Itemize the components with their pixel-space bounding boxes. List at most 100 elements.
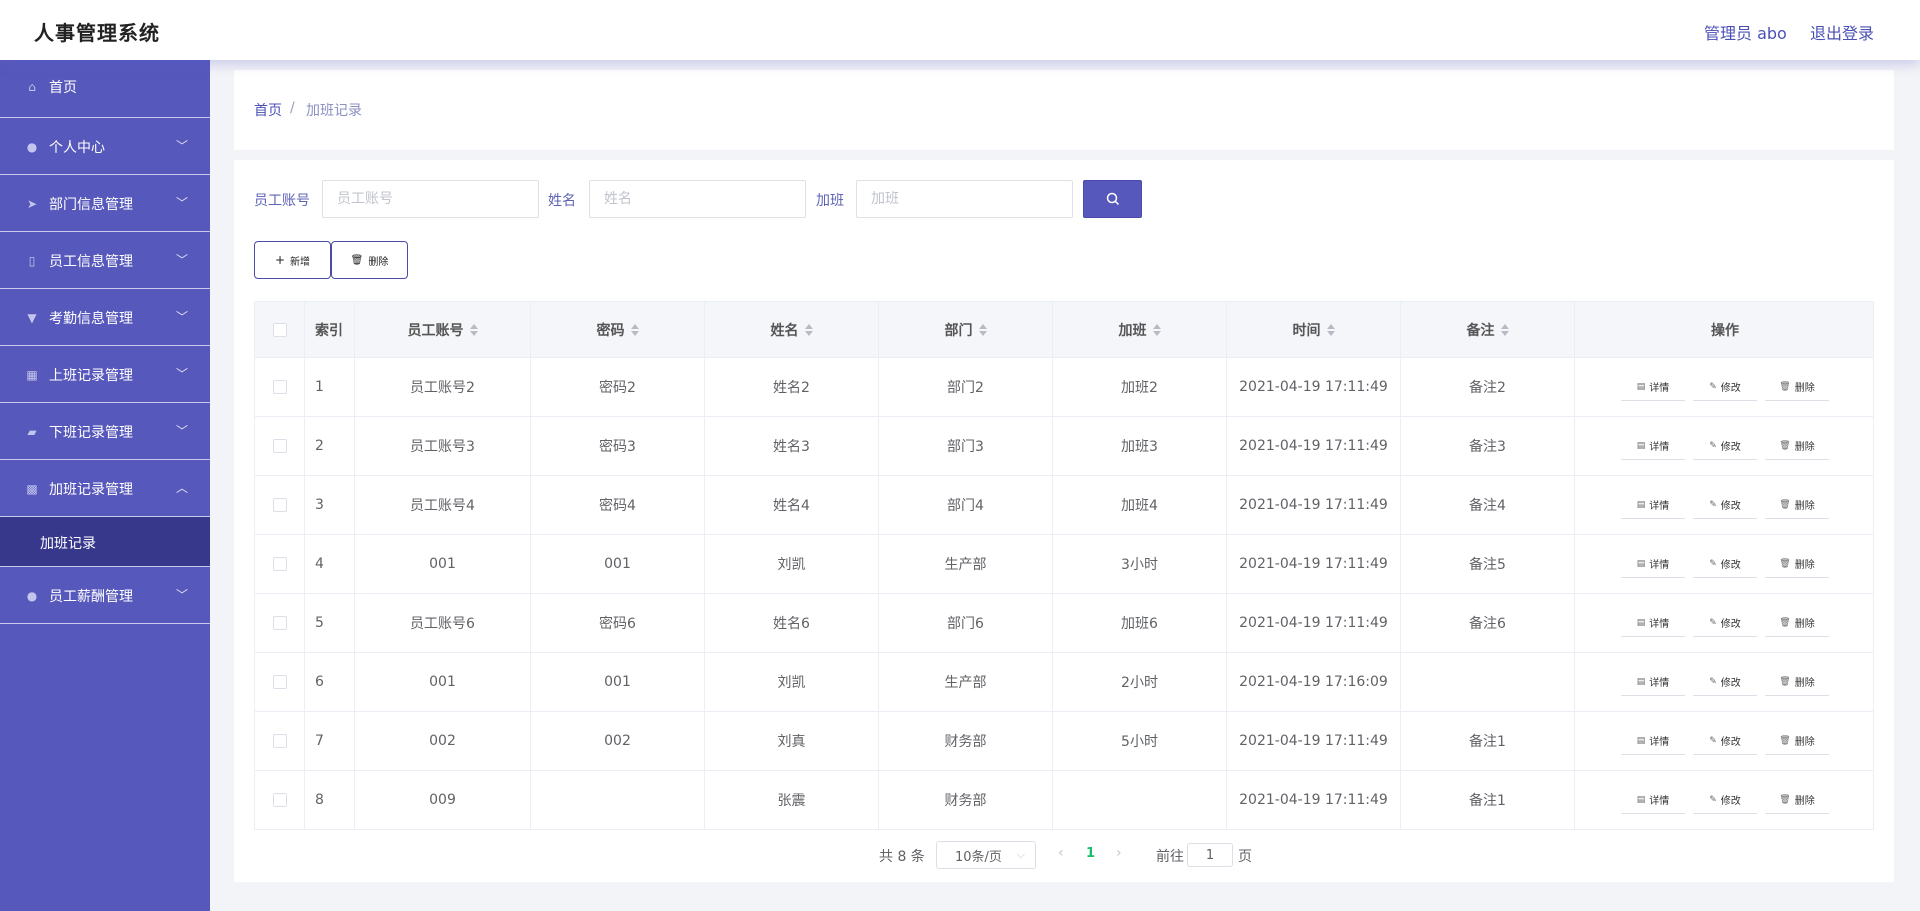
page-size-select[interactable]: 10条/页 ⌵ — [936, 841, 1036, 869]
cell-department: 部门6 — [879, 594, 1053, 652]
delete-button[interactable]: 🗑 删除 — [331, 241, 408, 279]
edit-row-button[interactable]: ✎ 修改 — [1693, 727, 1757, 755]
row-checkbox[interactable] — [272, 557, 287, 571]
next-page-button[interactable]: › — [1116, 845, 1122, 861]
column-header-remark[interactable]: 备注 — [1401, 302, 1575, 357]
delete-row-button[interactable]: 🗑 删除 — [1765, 668, 1829, 696]
sidebar-item-clock-out-records[interactable]: ▰ 下班记录管理 ﹀ — [0, 403, 210, 460]
cell-remark: 备注2 — [1401, 358, 1575, 416]
detail-row-button[interactable]: ▤ 详情 — [1621, 609, 1685, 637]
cell-name: 刘凯 — [705, 653, 879, 711]
row-select-cell — [255, 712, 305, 770]
logout-link[interactable]: 退出登录 — [1810, 20, 1874, 44]
document-icon: ▤ — [1636, 381, 1646, 392]
column-header-time[interactable]: 时间 — [1227, 302, 1401, 357]
column-header-password[interactable]: 密码 — [531, 302, 705, 357]
sidebar-item-overtime-records[interactable]: ▩ 加班记录管理 ︿ — [0, 460, 210, 517]
column-header-label: 部门 — [944, 322, 973, 339]
column-header-department[interactable]: 部门 — [879, 302, 1053, 357]
admin-user-label[interactable]: 管理员 abo — [1704, 20, 1787, 44]
trash-icon: 🗑 — [1779, 794, 1791, 805]
edit-row-button[interactable]: ✎ 修改 — [1693, 609, 1757, 637]
delete-row-button[interactable]: 🗑 删除 — [1765, 432, 1829, 460]
name-search-input[interactable] — [589, 180, 806, 218]
apps-icon: ▩ — [26, 482, 38, 496]
edit-row-button[interactable]: ✎ 修改 — [1693, 550, 1757, 578]
cell-index: 8 — [305, 771, 355, 829]
goto-label: 前往 — [1156, 849, 1184, 865]
column-header-index: 索引 — [305, 302, 355, 357]
detail-row-button[interactable]: ▤ 详情 — [1621, 550, 1685, 578]
sidebar-subitem-overtime-records[interactable]: 加班记录 — [0, 517, 210, 567]
add-button[interactable]: + 新增 — [254, 241, 331, 279]
sidebar-item-employee-salary[interactable]: ● 员工薪酬管理 ﹀ — [0, 567, 210, 624]
sort-icon[interactable] — [804, 323, 813, 336]
column-header-label: 员工账号 — [407, 322, 464, 339]
sidebar-item-label: 部门信息管理 — [49, 197, 133, 213]
cell-remark — [1401, 653, 1575, 711]
delete-row-button[interactable]: 🗑 删除 — [1765, 609, 1829, 637]
table-row: 7 002 002 刘真 财务部 5小时 2021-04-19 17:11:49 备注1 ▤ 详情… — [255, 712, 1873, 771]
sidebar-item-personal-center[interactable]: ● 个人中心 ﹀ — [0, 118, 210, 175]
delete-row-button[interactable]: 🗑 删除 — [1765, 373, 1829, 401]
breadcrumb-home[interactable]: 首页 — [254, 100, 282, 120]
delete-row-button[interactable]: 🗑 删除 — [1765, 550, 1829, 578]
cell-overtime: 5小时 — [1053, 712, 1227, 770]
delete-row-button[interactable]: 🗑 删除 — [1765, 727, 1829, 755]
row-checkbox[interactable] — [272, 616, 287, 630]
sidebar-item-attendance-info[interactable]: ▼ 考勤信息管理 ﹀ — [0, 289, 210, 346]
detail-row-button[interactable]: ▤ 详情 — [1621, 786, 1685, 814]
row-checkbox[interactable] — [272, 675, 287, 689]
cell-department: 生产部 — [879, 653, 1053, 711]
stamp-icon: ▼ — [27, 311, 37, 325]
sort-icon[interactable] — [469, 323, 478, 336]
detail-row-button[interactable]: ▤ 详情 — [1621, 727, 1685, 755]
detail-row-button[interactable]: ▤ 详情 — [1621, 373, 1685, 401]
column-header-account[interactable]: 员工账号 — [355, 302, 531, 357]
cell-index: 3 — [305, 476, 355, 534]
column-header-name[interactable]: 姓名 — [705, 302, 879, 357]
sort-icon[interactable] — [630, 323, 639, 336]
document-icon: ▤ — [1636, 794, 1646, 805]
sort-icon[interactable] — [1326, 323, 1335, 336]
sort-icon[interactable] — [978, 323, 987, 336]
page-number[interactable]: 1 — [1086, 846, 1095, 861]
account-label: 员工账号 — [254, 193, 310, 209]
column-header-label: 备注 — [1466, 322, 1495, 339]
detail-row-button[interactable]: ▤ 详情 — [1621, 668, 1685, 696]
row-checkbox[interactable] — [272, 498, 287, 512]
edit-row-button[interactable]: ✎ 修改 — [1693, 491, 1757, 519]
overtime-search-input[interactable] — [856, 180, 1073, 218]
delete-row-button[interactable]: 🗑 删除 — [1765, 786, 1829, 814]
pencil-icon: ✎ — [1709, 676, 1717, 687]
sidebar-item-clock-in-records[interactable]: ▦ 上班记录管理 ﹀ — [0, 346, 210, 403]
cell-department: 部门4 — [879, 476, 1053, 534]
row-checkbox[interactable] — [272, 439, 287, 453]
cell-account: 员工账号2 — [355, 358, 531, 416]
goto-page-input[interactable] — [1187, 843, 1233, 867]
edit-row-button[interactable]: ✎ 修改 — [1693, 786, 1757, 814]
trash-icon: 🗑 — [1779, 381, 1791, 392]
sort-icon[interactable] — [1152, 323, 1161, 336]
select-all-checkbox[interactable] — [272, 322, 287, 337]
edit-row-button[interactable]: ✎ 修改 — [1693, 373, 1757, 401]
prev-page-button[interactable]: ‹ — [1058, 845, 1064, 861]
detail-row-button[interactable]: ▤ 详情 — [1621, 432, 1685, 460]
column-header-overtime[interactable]: 加班 — [1053, 302, 1227, 357]
sidebar-item-home[interactable]: ⌂ 首页 — [0, 60, 210, 118]
delete-row-button-label: 删除 — [1794, 678, 1815, 689]
cell-account: 员工账号6 — [355, 594, 531, 652]
detail-row-button[interactable]: ▤ 详情 — [1621, 491, 1685, 519]
delete-row-button[interactable]: 🗑 删除 — [1765, 491, 1829, 519]
sort-icon[interactable] — [1500, 323, 1509, 336]
sidebar-item-employee-info[interactable]: ▯ 员工信息管理 ﹀ — [0, 232, 210, 289]
sidebar-item-label: 首页 — [49, 80, 77, 96]
account-search-input[interactable] — [322, 180, 539, 218]
row-checkbox[interactable] — [272, 734, 287, 748]
search-button[interactable] — [1083, 180, 1142, 218]
row-checkbox[interactable] — [272, 793, 287, 807]
sidebar-item-department-info[interactable]: ➤ 部门信息管理 ﹀ — [0, 175, 210, 232]
edit-row-button[interactable]: ✎ 修改 — [1693, 432, 1757, 460]
edit-row-button[interactable]: ✎ 修改 — [1693, 668, 1757, 696]
row-checkbox[interactable] — [272, 380, 287, 394]
